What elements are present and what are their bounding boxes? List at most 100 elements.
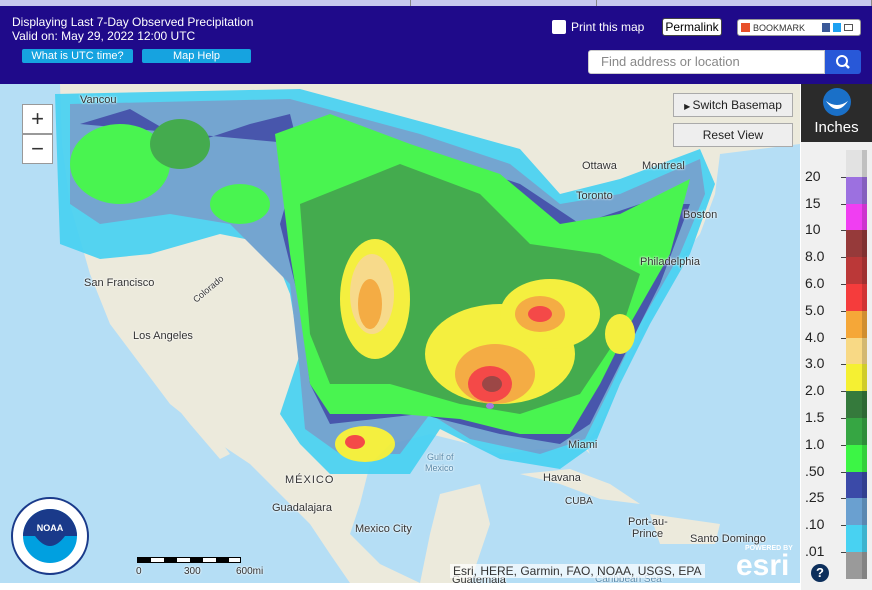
legend-tick (841, 310, 846, 312)
legend-value: .01 (805, 543, 825, 559)
esri-logo: esri (736, 549, 790, 582)
city-label: Havana (543, 472, 581, 484)
legend-swatch (846, 150, 862, 177)
city-label: Miami (568, 439, 598, 451)
printer-icon (552, 20, 566, 34)
legend-swatch (846, 310, 862, 338)
legend-swatch (846, 284, 862, 311)
city-label: Montreal (642, 160, 685, 172)
city-label: Port-au- (628, 516, 668, 528)
legend-header: Inches (801, 84, 872, 142)
water-label: Mexico (425, 463, 454, 473)
legend-swatch (846, 176, 862, 204)
legend-value: .50 (805, 462, 825, 479)
bookmark-label: BOOKMARK (753, 22, 806, 33)
legend-tick (841, 391, 846, 393)
legend-swatch (846, 444, 862, 472)
legend-swatch (846, 391, 862, 418)
legend-tick (841, 176, 846, 178)
zoom-out-button[interactable]: − (22, 134, 53, 164)
legend-value: 1.0 (805, 435, 825, 452)
city-label: Santo Domingo (690, 533, 766, 545)
legend-swatch (846, 418, 862, 445)
switch-basemap-button[interactable]: ▶ Switch Basemap (673, 93, 793, 117)
legend-tick (841, 337, 846, 339)
attribution: Esri, HERE, Garmin, FAO, NOAA, USGS, EPA (450, 564, 705, 578)
legend-swatch (846, 552, 862, 579)
search-icon (836, 55, 850, 69)
legend-tick (841, 364, 846, 366)
legend-value: 1.5 (805, 409, 825, 425)
permalink-button[interactable]: Permalink (662, 18, 722, 36)
city-label: Boston (683, 209, 718, 221)
bookmark-button[interactable]: BOOKMARK (737, 19, 861, 36)
city-label: Toronto (576, 190, 613, 202)
scale-bar (137, 557, 241, 563)
legend-tick (841, 418, 846, 419)
search-input[interactable]: Find address or location (588, 50, 825, 74)
legend-tick (841, 552, 846, 553)
legend-value: 2.0 (805, 382, 825, 399)
city-label: Ottawa (582, 160, 617, 172)
legend-swatch (846, 364, 862, 392)
legend-value: 5.0 (805, 301, 825, 318)
legend-swatch (846, 525, 862, 552)
city-label: Guadalajara (272, 502, 332, 514)
legend-swatch (846, 498, 862, 526)
noaa-icon (822, 88, 851, 116)
facebook-icon (822, 23, 831, 32)
legend-value: 3.0 (805, 355, 825, 372)
triangle-right-icon: ▶ (684, 102, 693, 111)
legend-swatch (846, 203, 862, 231)
city-label: Mexico City (355, 523, 412, 535)
noaa-logo: NOAA (11, 497, 89, 575)
plus-icon (741, 23, 750, 32)
legend-tick (841, 498, 846, 500)
legend-value: 8.0 (805, 248, 825, 265)
utc-time-button[interactable]: What is UTC time? (22, 49, 133, 63)
city-label: Philadelphia (640, 256, 700, 268)
reset-view-button[interactable]: Reset View (673, 123, 793, 147)
city-label: Vancou (80, 94, 117, 106)
map-help-button[interactable]: Map Help (142, 49, 251, 63)
zoom-in-button[interactable]: + (22, 104, 53, 134)
country-label: CUBA (565, 496, 593, 507)
legend-value: 6.0 (805, 275, 825, 291)
email-icon (844, 24, 854, 31)
legend-swatch (846, 257, 862, 284)
scale-label: 300 (184, 566, 201, 577)
city-label: Prince (632, 528, 664, 540)
print-map-button[interactable]: Print this map (552, 20, 644, 34)
map-title: Displaying Last 7-Day Observed Precipita… (12, 15, 254, 29)
legend-tick (841, 284, 846, 285)
legend-swatch (846, 230, 862, 258)
header: Displaying Last 7-Day Observed Precipita… (0, 6, 872, 84)
print-label: Print this map (571, 20, 645, 34)
legend-value: 4.0 (805, 328, 825, 345)
legend-value: 20 (805, 167, 821, 184)
legend-value: .25 (805, 489, 825, 506)
legend-tick (841, 203, 846, 205)
legend-unit: Inches (814, 119, 859, 136)
switch-basemap-label: Switch Basemap (692, 98, 782, 112)
scale-label: 0 (136, 566, 142, 577)
scale-label: 600mi (236, 566, 264, 577)
legend-value: .10 (805, 516, 825, 533)
precipitation-map[interactable]: Vancou San Francisco Los Angeles Colorad… (0, 84, 800, 583)
search-button[interactable] (825, 50, 861, 74)
legend-swatch (846, 337, 862, 365)
map-canvas (0, 84, 800, 583)
legend-swatch (846, 471, 862, 499)
svg-text:NOAA: NOAA (37, 523, 64, 533)
legend-value: 10 (805, 221, 821, 238)
city-label: Los Angeles (133, 330, 193, 342)
valid-time: Valid on: May 29, 2022 12:00 UTC (12, 29, 196, 43)
help-icon[interactable]: ? (811, 564, 829, 582)
legend-tick (841, 257, 846, 259)
legend-tick (841, 471, 846, 473)
legend-tick (841, 230, 846, 232)
precipitation-legend: Inches 20 15 10 8.0 6.0 5.0 4.0 3.0 2.0 1.5 1.0 .50… (801, 84, 872, 590)
legend-tick (841, 444, 846, 446)
twitter-icon (833, 23, 842, 32)
country-label: MÉXICO (285, 474, 335, 486)
